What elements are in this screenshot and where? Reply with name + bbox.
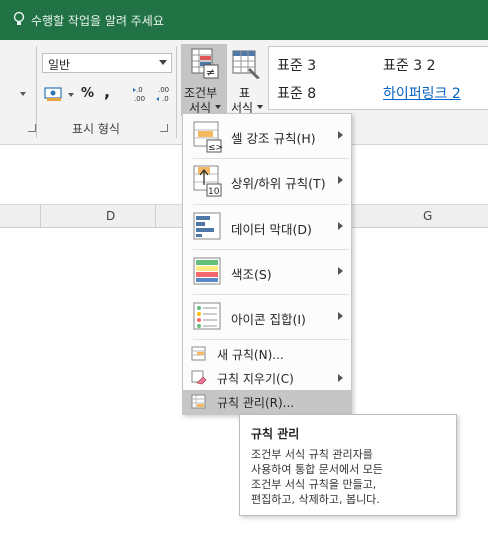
eraser-icon	[191, 370, 207, 385]
data-bars-icon	[193, 212, 221, 240]
svg-text:≠: ≠	[206, 66, 215, 79]
top-bottom-rules-icon: 10	[193, 165, 222, 197]
ribbon-separator	[176, 46, 177, 138]
conditional-formatting-menu: ≤> 셀 강조 규칙(H) 10 상위/하위 규칙(T) 데이터 막대(D) 색…	[182, 113, 352, 415]
column-divider	[155, 205, 156, 227]
format-as-table-icon[interactable]	[232, 50, 262, 80]
cell-styles-gallery: 표준 3 표준 3 2 표준 8 하이퍼링크 2	[268, 46, 488, 110]
style-normal-3-2[interactable]: 표준 3 2	[383, 55, 435, 75]
chevron-right-icon	[338, 267, 343, 275]
menu-label: 새 규칙(N)...	[217, 348, 284, 362]
menu-label: 상위/하위 규칙(T)	[231, 176, 326, 191]
svg-text:.00: .00	[134, 95, 145, 103]
group-label-number: 표시 형식	[72, 122, 120, 136]
highlight-cells-rules-icon: ≤>	[193, 121, 223, 153]
chevron-right-icon	[338, 374, 343, 382]
menu-label: 아이콘 집합(I)	[231, 312, 306, 327]
svg-text:.0: .0	[162, 95, 169, 103]
menu-separator	[193, 339, 349, 340]
dialog-launcher-icon[interactable]	[28, 124, 36, 132]
style-hyperlink-2[interactable]: 하이퍼링크 2	[383, 83, 461, 103]
tooltip-manage-rules: 규칙 관리 조건부 서식 규칙 관리자를 사용하여 통합 문서에서 모든 조건부…	[239, 414, 457, 516]
svg-text:.00: .00	[158, 86, 169, 94]
menu-label: 규칙 관리(R)...	[217, 396, 295, 410]
tooltip-body: 조건부 서식 규칙 관리자를 사용하여 통합 문서에서 모든 조건부 서식 규칙…	[251, 448, 383, 506]
chevron-right-icon	[338, 222, 343, 230]
conditional-formatting-icon: ≠	[191, 48, 219, 79]
new-rule-icon	[191, 346, 206, 361]
style-normal-8[interactable]: 표준 8	[277, 83, 316, 103]
column-header-g[interactable]: G	[423, 209, 432, 223]
number-format-dropdown[interactable]: 일반	[42, 53, 172, 73]
style-normal-3[interactable]: 표준 3	[277, 55, 316, 75]
accounting-format-icon[interactable]	[44, 86, 66, 102]
menu-item-highlight-cells-rules[interactable]: ≤> 셀 강조 규칙(H)	[183, 114, 351, 158]
chevron-right-icon	[338, 176, 343, 184]
menu-item-data-bars[interactable]: 데이터 막대(D)	[183, 205, 351, 249]
chevron-down-icon[interactable]	[20, 92, 26, 96]
comma-style-button[interactable]: ,	[104, 82, 110, 101]
manage-rules-icon	[191, 394, 206, 409]
svg-text:≤>: ≤>	[208, 143, 223, 153]
menu-item-new-rule[interactable]: 새 규칙(N)...	[183, 342, 351, 366]
percent-style-button[interactable]: %	[81, 86, 94, 101]
menu-label: 색조(S)	[231, 267, 272, 282]
menu-item-color-scales[interactable]: 색조(S)	[183, 250, 351, 294]
tell-me-bar: 수행할 작업을 알려 주세요	[0, 0, 488, 40]
chevron-down-icon[interactable]	[68, 93, 74, 97]
tell-me-input[interactable]: 수행할 작업을 알려 주세요	[31, 12, 164, 29]
svg-text:.0: .0	[136, 86, 143, 94]
lightbulb-icon	[13, 11, 25, 25]
increase-decimal-icon[interactable]: .0 .00	[132, 85, 150, 103]
color-scales-icon	[193, 257, 221, 285]
menu-item-top-bottom-rules[interactable]: 10 상위/하위 규칙(T)	[183, 159, 351, 203]
tooltip-title: 규칙 관리	[251, 427, 300, 441]
chevron-right-icon	[338, 131, 343, 139]
chevron-down-icon[interactable]	[257, 105, 263, 109]
svg-text:10: 10	[208, 187, 220, 197]
menu-label: 규칙 지우기(C)	[217, 372, 294, 386]
menu-label: 데이터 막대(D)	[231, 222, 312, 237]
column-divider	[40, 205, 41, 227]
menu-item-clear-rules[interactable]: 규칙 지우기(C)	[183, 366, 351, 390]
menu-item-manage-rules[interactable]: 규칙 관리(R)...	[183, 390, 351, 414]
icon-sets-icon	[193, 302, 221, 330]
number-format-value: 일반	[48, 58, 71, 72]
column-header-d[interactable]: D	[106, 209, 115, 223]
menu-item-icon-sets[interactable]: 아이콘 집합(I)	[183, 295, 351, 339]
dialog-launcher-icon[interactable]	[160, 124, 168, 132]
menu-label: 셀 강조 규칙(H)	[231, 131, 316, 146]
chevron-down-icon	[215, 105, 221, 109]
decrease-decimal-icon[interactable]: .00 .0	[156, 85, 174, 103]
ribbon-separator	[36, 46, 37, 138]
chevron-down-icon	[159, 60, 167, 65]
chevron-right-icon	[338, 312, 343, 320]
